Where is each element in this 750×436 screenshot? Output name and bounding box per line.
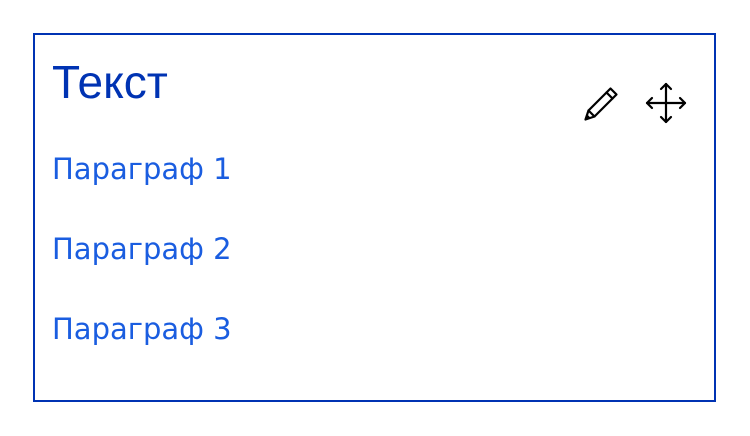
paragraph-link-2[interactable]: Параграф 2: [52, 231, 232, 267]
edit-button[interactable]: [580, 83, 624, 123]
block-title: Текст: [52, 56, 168, 108]
move-button[interactable]: [644, 82, 688, 124]
block-toolbar: [580, 82, 688, 124]
paragraph-link-1[interactable]: Параграф 1: [52, 151, 232, 187]
text-block-card[interactable]: Текст Параграф 1 Параграф 2 Параграф 3: [33, 33, 716, 402]
pencil-icon: [584, 87, 618, 121]
paragraph-link-3[interactable]: Параграф 3: [52, 311, 232, 347]
move-icon: [645, 82, 687, 124]
